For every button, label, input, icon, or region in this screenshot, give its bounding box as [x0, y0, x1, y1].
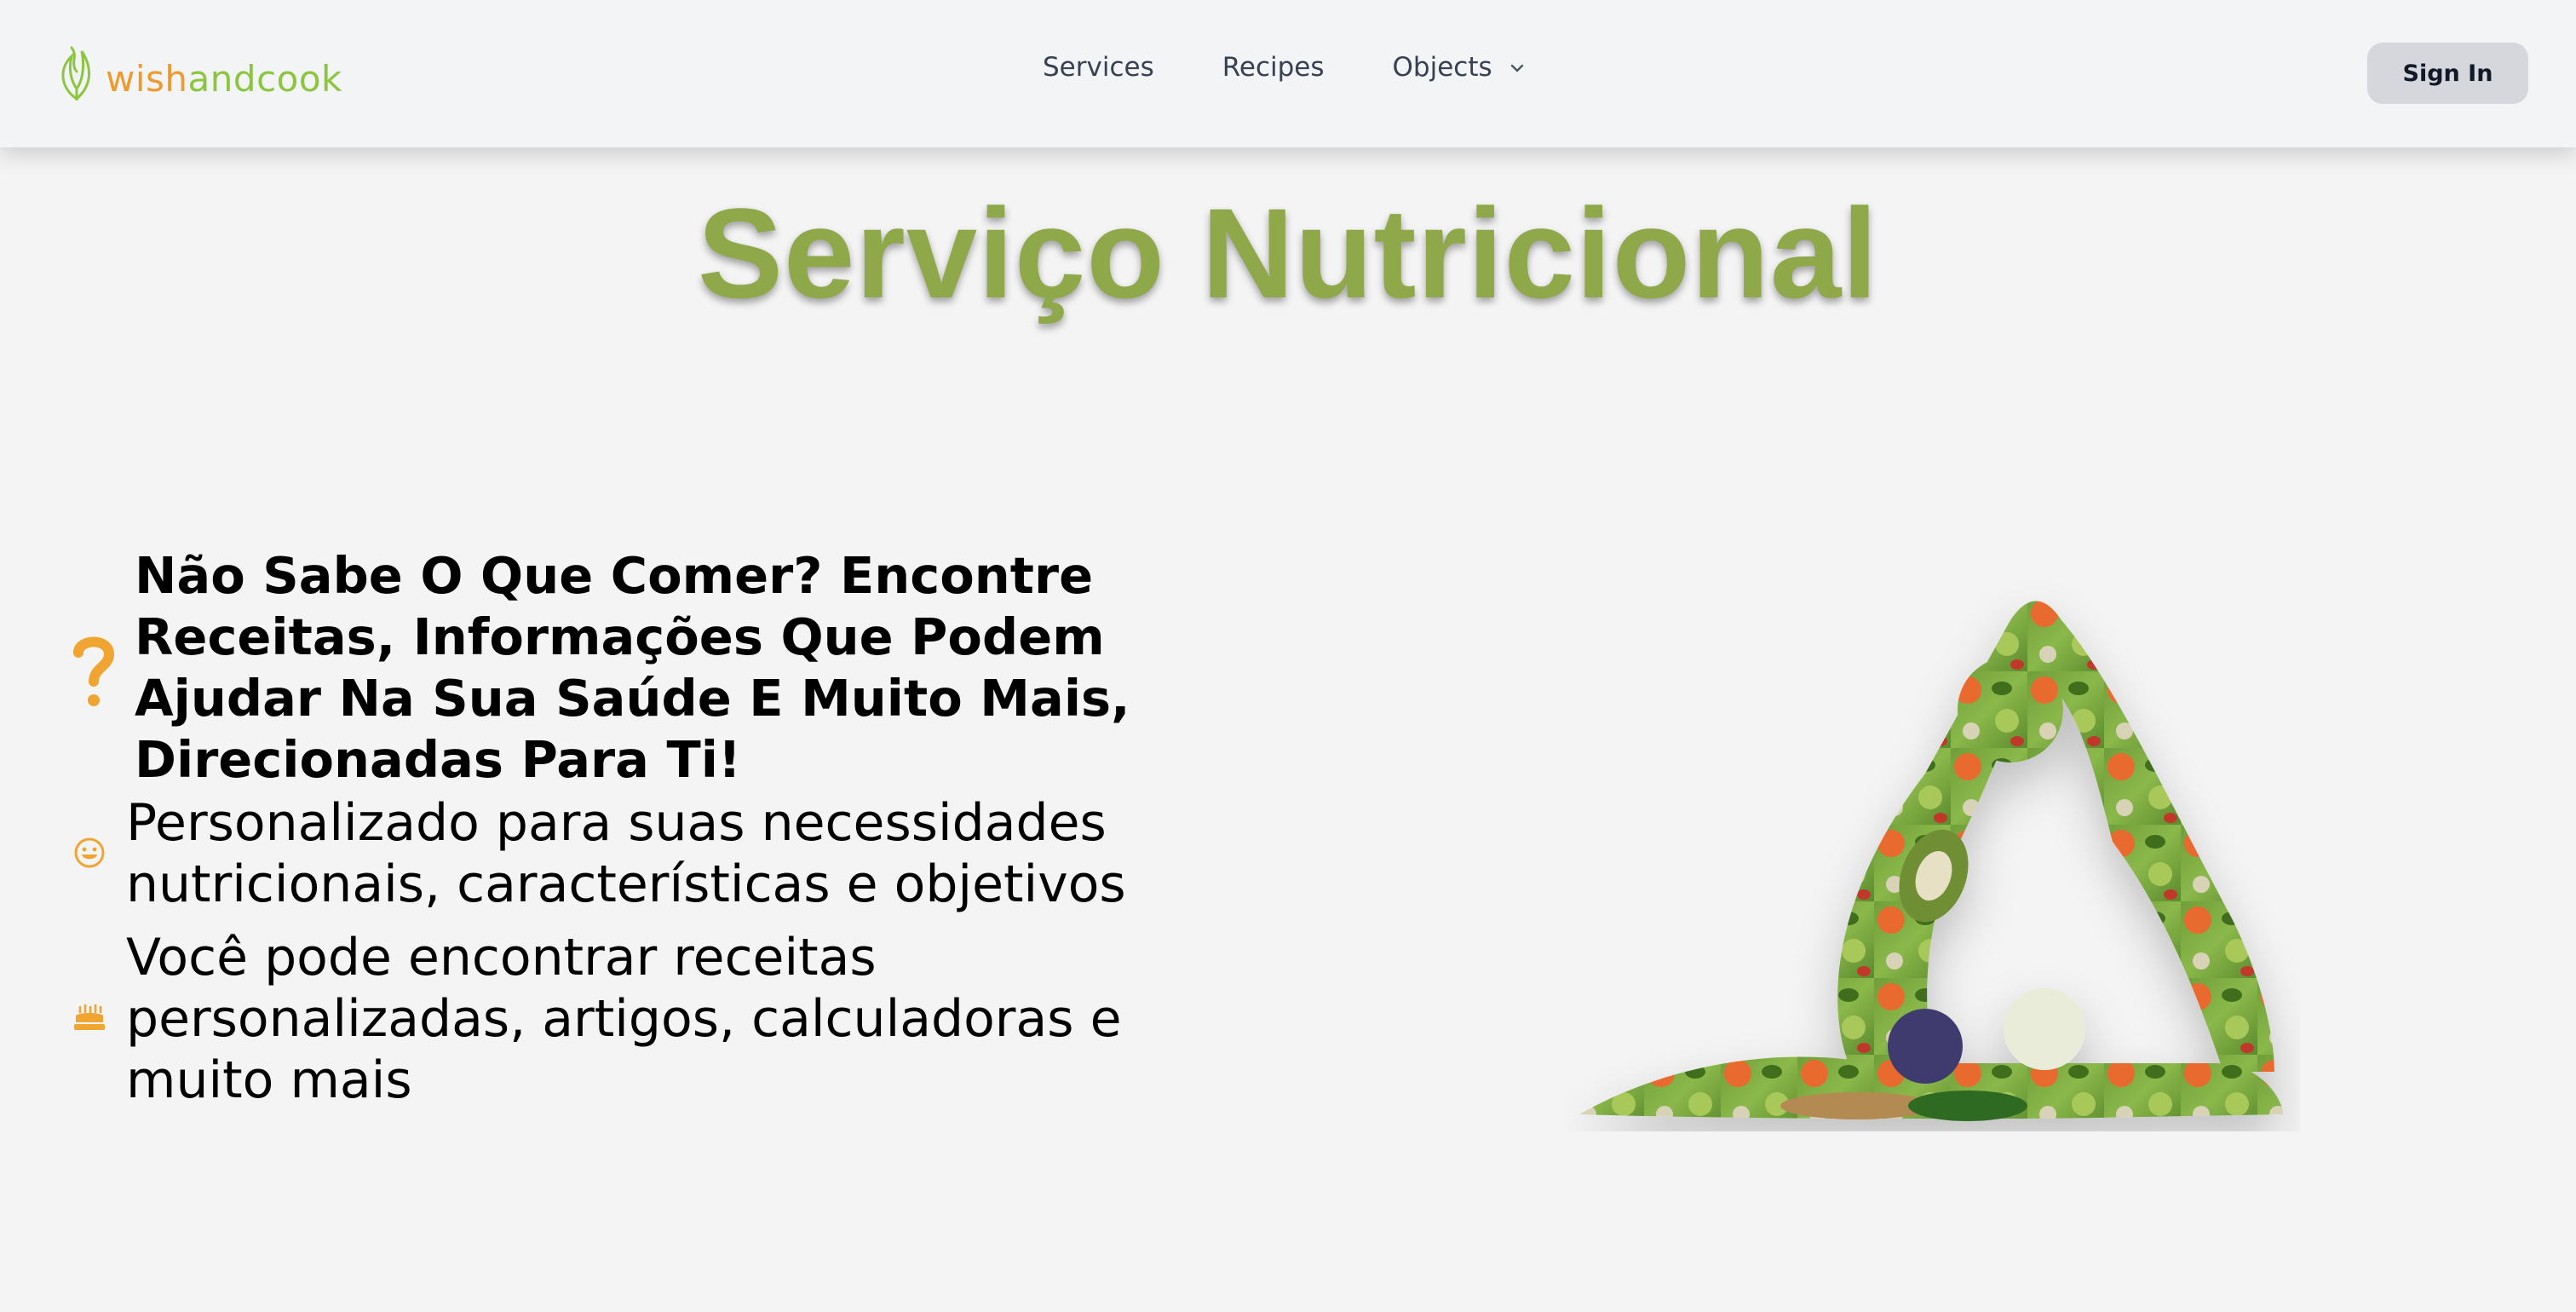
main-nav: Services Recipes Objects	[1043, 55, 1527, 81]
sign-in-button[interactable]: Sign In	[2367, 43, 2528, 104]
logo-word-1: wish	[106, 58, 188, 100]
vegetable-yoga-figure-image	[1579, 601, 2284, 1121]
leaf-logo-icon	[61, 46, 91, 101]
figure-shape	[1579, 601, 2284, 1121]
page-title: Serviço Nutricional	[697, 181, 1879, 325]
nav-services-label: Services	[1043, 52, 1154, 83]
nav-recipes-label: Recipes	[1222, 52, 1325, 83]
logo-word-3: cook	[256, 58, 342, 100]
nav-objects-label: Objects	[1392, 52, 1492, 83]
feature-list: Não Sabe O Que Comer? Encontre Receitas,…	[66, 545, 1208, 1110]
feature-text: Você pode encontrar receitas personaliza…	[126, 928, 1122, 1110]
feature-text: Personalizado para suas necessidades nut…	[126, 793, 1126, 914]
top-navbar: wishandcook Services Recipes Objects Sig…	[0, 0, 2576, 147]
feature-item: Não Sabe O Que Comer? Encontre Receitas,…	[66, 545, 1208, 792]
question-icon	[73, 636, 115, 706]
feature-headline: Não Sabe O Que Comer? Encontre Receitas,…	[135, 546, 1130, 789]
chevron-down-icon	[1510, 64, 1523, 72]
logo-word-2: and	[187, 58, 257, 100]
nav-recipes[interactable]: Recipes	[1222, 55, 1325, 81]
logo-link[interactable]: wishandcook	[53, 44, 342, 101]
cake-icon	[74, 1004, 105, 1030]
smile-icon	[74, 837, 105, 868]
logo-wordmark: wishandcook	[106, 61, 342, 101]
nav-services[interactable]: Services	[1043, 55, 1154, 81]
feature-item: Personalizado para suas necessidades nut…	[66, 792, 1208, 927]
nav-objects-dropdown[interactable]: Objects	[1393, 55, 1527, 81]
